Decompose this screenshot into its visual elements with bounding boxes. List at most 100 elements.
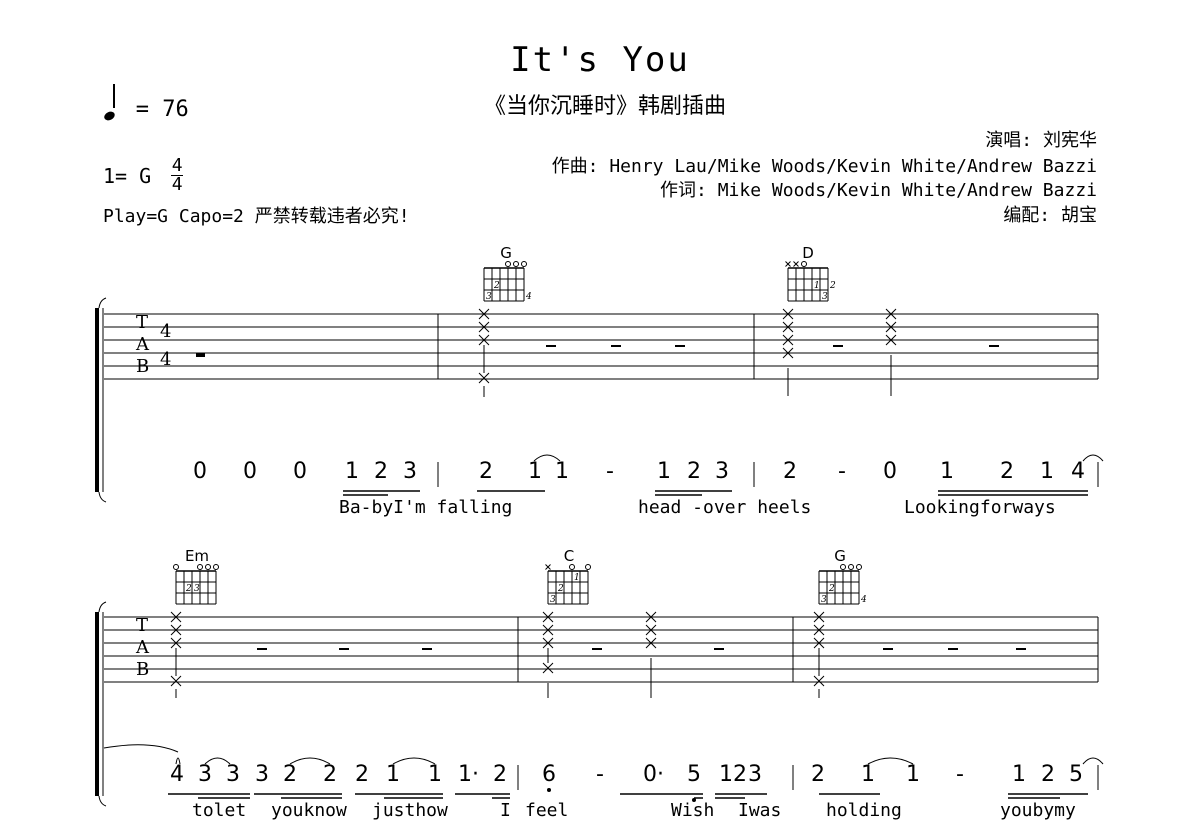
jianpu-note: 3 (403, 459, 417, 484)
jianpu-note: 2 (355, 762, 369, 787)
jianpu-note: 1 (528, 459, 542, 484)
jianpu-note: 1 (906, 762, 920, 787)
lyric-word: youknow (271, 800, 347, 821)
tab-letter-a: A (136, 334, 149, 355)
lyric-word: Iwas (738, 800, 782, 821)
jianpu-note: 3 (748, 762, 762, 787)
tie-arc (1082, 757, 1104, 765)
jianpu-note: 1 (345, 459, 359, 484)
chord-name-c: C (563, 547, 575, 565)
jianpu-note: 1 (428, 762, 442, 787)
chord-name-d: D (802, 244, 814, 262)
open-string-marker (840, 564, 846, 570)
jianpu-note: 1 (1040, 459, 1054, 484)
open-string-marker (513, 261, 519, 267)
jianpu-note: 2 (687, 459, 701, 484)
lyric-word: youbymy (1000, 800, 1076, 821)
jianpu-note: 0 (193, 459, 207, 484)
jianpu-note: 0 (293, 459, 307, 484)
finger-number: 4 (525, 292, 532, 302)
open-string-marker (848, 564, 854, 570)
lyric-word: holding (826, 800, 902, 821)
jianpu-note: 0 (883, 459, 897, 484)
open-string-marker (213, 564, 219, 570)
sustain-dash: - (606, 459, 614, 484)
open-string-marker (173, 564, 179, 570)
jianpu-note: 3 (226, 762, 240, 787)
tab-letter-a: A (136, 637, 149, 658)
tab-letter-t: T (136, 615, 149, 636)
bracket-curl-bottom (98, 491, 107, 503)
jianpu-note: 0· (643, 762, 664, 787)
jianpu-note: 2 (323, 762, 337, 787)
jianpu-note: 2 (1041, 762, 1055, 787)
finger-number: 2 (557, 584, 564, 594)
finger-number: 2 (493, 281, 500, 291)
finger-number: 3 (194, 584, 200, 594)
bracket-curl-top (98, 601, 107, 613)
jianpu-note: 5 (1069, 762, 1083, 787)
open-string-marker (856, 564, 862, 570)
system-bracket (95, 612, 99, 796)
jianpu-note: 1 (386, 762, 400, 787)
lyric-phrase: Lookingforways (904, 497, 1056, 518)
jianpu-note: 1 (1012, 762, 1026, 787)
jianpu-note: 2 (493, 762, 507, 787)
lyric-word: justhow (372, 800, 448, 821)
jianpu-note: 3 (198, 762, 212, 787)
tab-letter-b: B (136, 356, 150, 377)
lyric-phrase: head -over heels (638, 497, 812, 518)
chord-name-g: G (500, 244, 512, 262)
whole-rest (196, 353, 205, 357)
score-canvas: 23 41 232 312323 4 (95, 261, 1104, 807)
open-string-marker (585, 564, 591, 570)
jianpu-note: 3 (255, 762, 269, 787)
bracket-curl-top (98, 297, 107, 309)
jianpu-note: 2 (783, 459, 797, 484)
jianpu-note: 2 (1000, 459, 1014, 484)
jianpu-note: 3 (715, 459, 729, 484)
tab-time-bottom: 4 (160, 349, 172, 370)
tab-time-top: 4 (160, 321, 172, 342)
jianpu-note: 4 (170, 762, 184, 787)
tab-time-signature-1: 4 4 (160, 318, 171, 374)
jianpu-note: 5 (687, 762, 701, 787)
jianpu-note: 2 (374, 459, 388, 484)
lyric-word: Wish (671, 800, 715, 821)
system-bracket (95, 308, 99, 492)
finger-number: 2 (828, 584, 835, 594)
sustain-dash: - (596, 762, 604, 787)
finger-number: 1 (814, 281, 820, 291)
lyric-word: I (500, 800, 511, 821)
finger-number: 1 (574, 573, 580, 583)
tab-clef-1: T A B (136, 312, 149, 378)
finger-number: 4 (860, 595, 867, 605)
finger-number: 3 (486, 292, 492, 302)
open-string-marker (521, 261, 527, 267)
open-string-marker (197, 564, 203, 570)
sustain-dash: - (956, 762, 964, 787)
bracket-curl-bottom (98, 795, 107, 807)
jianpu-note: 1 (861, 762, 875, 787)
octave-dot (547, 788, 551, 792)
jianpu-note: 12 (719, 762, 747, 787)
jianpu-note: 1 (940, 459, 954, 484)
tab-letter-b: B (136, 659, 150, 680)
lyric-word: feel (525, 800, 569, 821)
finger-number: 3 (822, 292, 828, 302)
jianpu-note: 1· (458, 762, 479, 787)
open-string-marker (569, 564, 575, 570)
slur-continuation (103, 744, 179, 753)
sustain-dash: - (838, 459, 846, 484)
finger-number: 2 (185, 584, 192, 594)
finger-number: 3 (821, 595, 827, 605)
open-string-marker (505, 261, 511, 267)
jianpu-note: 2 (811, 762, 825, 787)
jianpu-note: 2 (479, 459, 493, 484)
jianpu-note: 2 (283, 762, 297, 787)
chord-name-g2: G (834, 547, 846, 565)
finger-number: 2 (829, 281, 836, 291)
tab-clef-2: T A B (136, 615, 149, 681)
open-string-marker (801, 261, 807, 267)
lyric-word: tolet (192, 800, 247, 821)
